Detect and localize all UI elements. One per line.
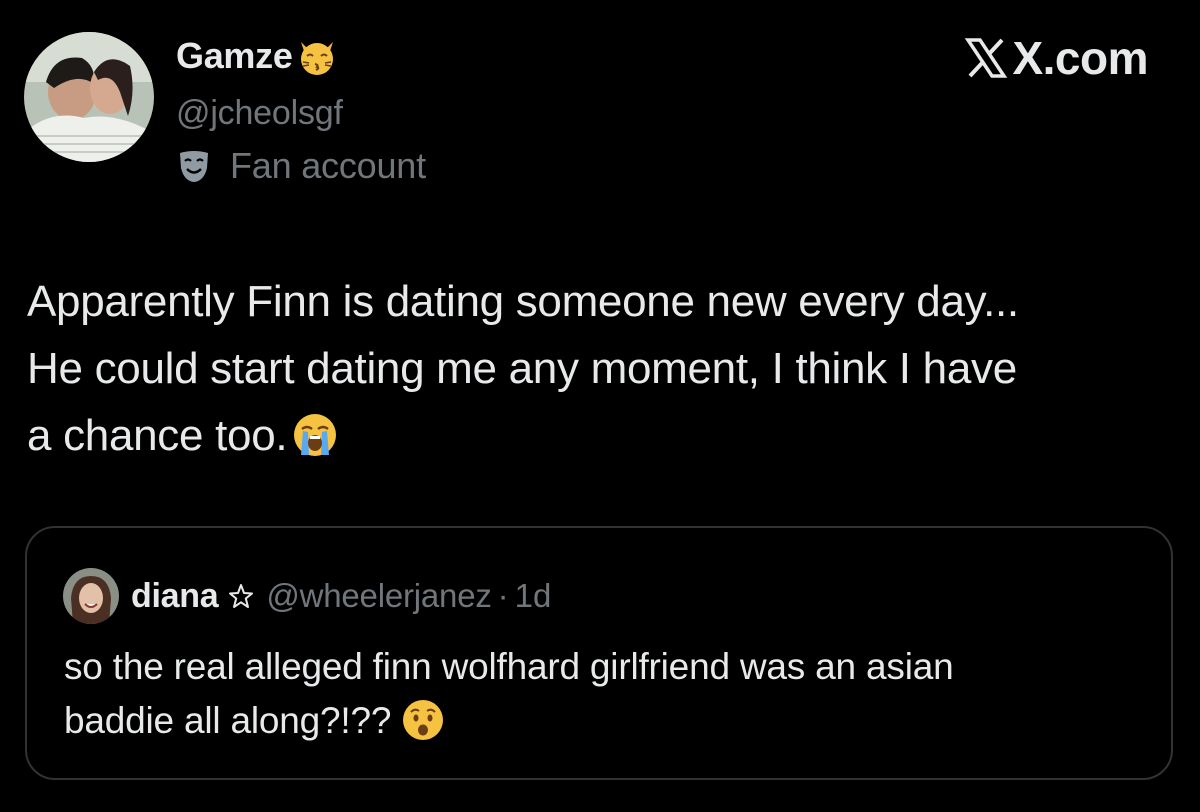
author-handle[interactable]: @jcheolsgf <box>176 94 343 133</box>
loudly-crying-face-icon <box>294 414 337 456</box>
theater-mask-icon <box>180 151 208 182</box>
quoted-author-avatar[interactable] <box>63 568 119 624</box>
author-display-name[interactable]: Gamze <box>176 35 293 77</box>
star-outline-icon <box>229 584 254 608</box>
quoted-text-line: baddie all along?!?? <box>64 694 1154 748</box>
quoted-post-header: diana @wheelerjanez · 1d <box>63 568 551 624</box>
author-avatar[interactable] <box>24 32 154 162</box>
brand-watermark: X.com <box>964 28 1148 88</box>
post-text: Apparently Finn is dating someone new ev… <box>27 268 1177 469</box>
quoted-post-text: so the real alleged finn wolfhard girlfr… <box>64 640 1154 748</box>
anxious-face-icon <box>403 700 444 740</box>
quoted-text-line-content: baddie all along?!?? <box>64 700 392 741</box>
post-text-line: a chance too. <box>27 402 1177 469</box>
post-text-line-content: a chance too. <box>27 411 288 460</box>
kissing-cat-face-icon <box>300 42 333 75</box>
quoted-author-handle[interactable]: @wheelerjanez <box>266 577 492 615</box>
fan-account-label: Fan account <box>230 145 426 186</box>
x-logo-icon <box>965 38 1008 78</box>
quoted-post-card[interactable]: diana @wheelerjanez · 1d so the real all… <box>25 526 1173 780</box>
brand-text: X.com <box>1012 32 1148 84</box>
author-name-row[interactable]: Gamze <box>176 34 339 78</box>
post-text-line: Apparently Finn is dating someone new ev… <box>27 277 1019 326</box>
affiliation-label: Fan account <box>176 145 426 187</box>
quoted-author-name[interactable]: diana <box>131 577 219 616</box>
separator-dot: · <box>497 577 509 614</box>
post-text-line: He could start dating me any moment, I t… <box>27 344 1017 393</box>
quoted-text-line: so the real alleged finn wolfhard girlfr… <box>64 646 954 687</box>
quoted-post-timestamp[interactable]: 1d <box>515 577 552 615</box>
